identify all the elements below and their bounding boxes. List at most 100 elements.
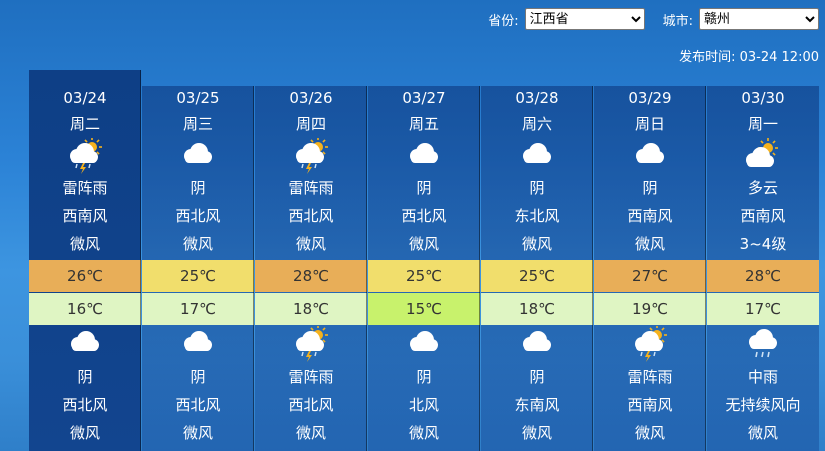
night-wind-level: 微风 [295,424,326,442]
column-divider [140,70,141,451]
low-temperature: 18℃ [481,293,593,325]
city-label: 城市: [662,13,693,29]
night-wind-direction: 西北风 [175,396,221,414]
column-divider [366,86,367,451]
day-wind-direction: 西南风 [627,207,673,225]
night-wind-level: 微风 [747,424,778,442]
thunder-rain-icon [29,138,141,174]
night-weather-label: 雷阵雨 [627,368,673,386]
day-weather-label: 多云 [747,179,778,197]
publish-time: 发布时间: 03-24 12:00 [679,50,819,65]
date-label: 03/28 [515,89,559,107]
high-temperature: 25℃ [481,260,593,292]
weekday-label: 周五 [408,115,439,133]
night-weather-label: 阴 [416,368,432,386]
night-weather-label: 阴 [529,368,545,386]
cloudy-icon [481,138,593,174]
night-wind-level: 微风 [408,424,439,442]
day-wind-direction: 西北风 [401,207,447,225]
date-label: 03/30 [741,89,785,107]
day-weather-label: 阴 [416,179,432,197]
high-temperature: 26℃ [29,260,141,292]
low-temperature: 16℃ [29,293,141,325]
thunder-rain-icon [255,326,367,362]
day-weather-label: 雷阵雨 [62,179,108,197]
night-wind-level: 微风 [634,424,665,442]
night-wind-direction: 北风 [408,396,439,414]
weekday-label: 周六 [521,115,552,133]
cloudy-icon [368,326,480,362]
day-column: 03/24 周二 雷阵雨 西南风 微风阴西北风 微风 26℃ 16℃ [29,70,141,451]
day-wind-direction: 西南风 [62,207,108,225]
day-wind-direction: 西北风 [288,207,334,225]
low-temperature: 17℃ [707,293,819,325]
weekday-label: 周日 [634,115,665,133]
moderate-rain-icon [707,326,819,362]
day-wind-direction: 西南风 [740,207,786,225]
column-divider [479,86,480,451]
thunder-rain-icon [255,138,367,174]
day-column[interactable]: 03/29 周日阴西南风 微风 雷阵雨 西南风 微风 27℃ 19℃ [594,86,706,451]
date-label: 03/25 [176,89,220,107]
night-wind-level: 微风 [69,424,100,442]
night-wind-direction: 西北风 [288,396,334,414]
cloudy-icon [29,326,141,362]
high-temperature: 28℃ [255,260,367,292]
province-label: 省份: [488,13,519,29]
day-wind-level: 微风 [408,235,439,253]
day-wind-level: 微风 [182,235,213,253]
day-weather-label: 雷阵雨 [288,179,334,197]
low-temperature: 15℃ [368,293,480,325]
night-wind-level: 微风 [182,424,213,442]
day-column[interactable]: 03/30 周一多云西南风 3~4级中雨无持续风向微风 28℃ 17℃ [707,86,819,451]
weekday-label: 周二 [69,115,100,133]
city-select[interactable]: 赣州 [699,8,819,30]
night-wind-direction: 东南风 [514,396,560,414]
night-weather-label: 中雨 [747,368,778,386]
low-temperature: 18℃ [255,293,367,325]
day-wind-level: 微风 [69,235,100,253]
day-wind-level: 微风 [295,235,326,253]
day-column[interactable]: 03/26 周四 雷阵雨 西北风 微风 雷阵雨 西北风 微风 28℃ 18℃ [255,86,367,451]
night-wind-direction: 西北风 [62,396,108,414]
location-selector: 省份: 江西省 城市: 赣州 [488,8,819,30]
weekday-label: 周三 [182,115,213,133]
partly-cloudy-icon [707,138,819,174]
day-wind-level: 微风 [634,235,665,253]
day-weather-label: 阴 [642,179,658,197]
column-divider [705,86,706,451]
date-label: 03/27 [402,89,446,107]
weekday-label: 周一 [747,115,778,133]
forecast-grid: 03/24 周二 雷阵雨 西南风 微风阴西北风 微风 26℃ 16℃ 03/25 周三阴西北风微… [29,70,825,451]
province-select[interactable]: 江西省 [524,8,645,30]
high-temperature: 25℃ [142,260,254,292]
day-column[interactable]: 03/28 周六阴东北风 微风阴东南风 微风 25℃ 18℃ [481,86,593,451]
weekday-label: 周四 [295,115,326,133]
day-weather-label: 阴 [190,179,206,197]
day-weather-label: 阴 [529,179,545,197]
day-wind-direction: 东北风 [514,207,560,225]
date-label: 03/26 [289,89,333,107]
thunder-rain-icon [594,326,706,362]
column-divider [592,86,593,451]
night-weather-label: 阴 [190,368,206,386]
cloudy-icon [142,326,254,362]
day-wind-direction: 西北风 [175,207,221,225]
night-weather-label: 阴 [77,368,93,386]
night-wind-direction: 西南风 [627,396,673,414]
column-divider [253,86,254,451]
cloudy-icon [142,138,254,174]
date-label: 03/29 [628,89,672,107]
cloudy-icon [368,138,480,174]
low-temperature: 17℃ [142,293,254,325]
day-wind-level: 微风 [521,235,552,253]
night-wind-direction: 无持续风向 [725,396,801,414]
day-wind-level: 3~4级 [739,235,787,253]
day-column[interactable]: 03/25 周三阴西北风 微风阴西北风 微风 25℃ 17℃ [142,86,254,451]
night-wind-level: 微风 [521,424,552,442]
high-temperature: 27℃ [594,260,706,292]
date-label: 03/24 [63,89,107,107]
high-temperature: 28℃ [707,260,819,292]
day-column[interactable]: 03/27 周五阴西北风 微风阴北风 微风 25℃ 15℃ [368,86,480,451]
cloudy-icon [481,326,593,362]
